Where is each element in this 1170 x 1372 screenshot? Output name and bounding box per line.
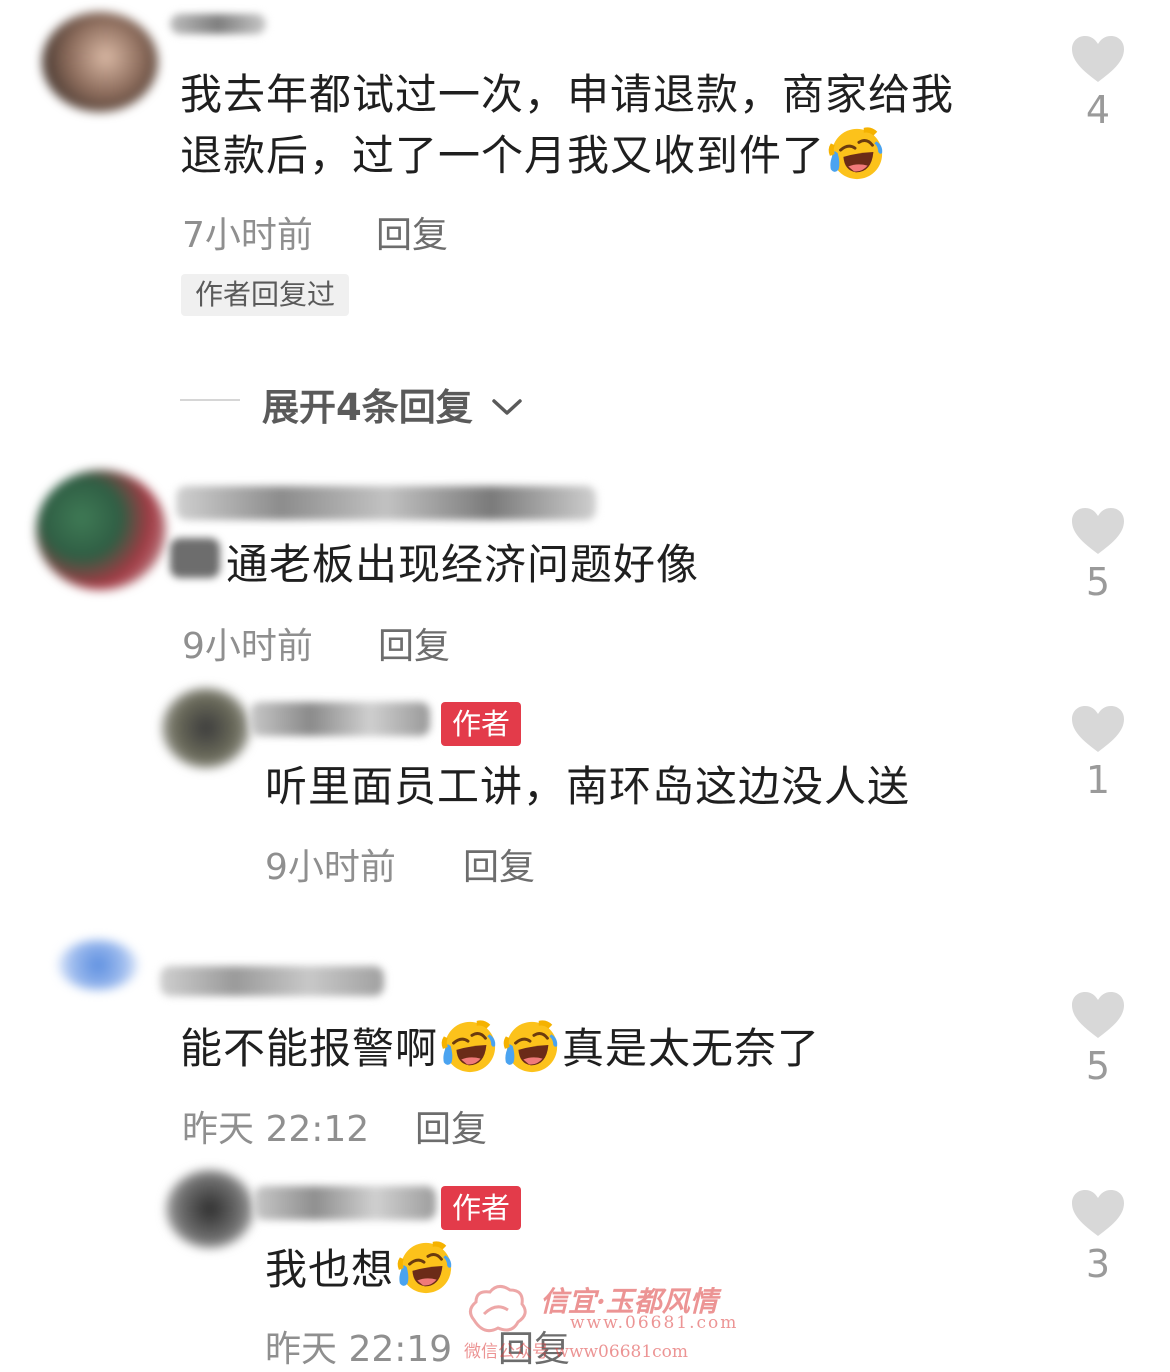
laughing-crying-emoji — [827, 124, 885, 182]
timestamp: 昨天 22:12 — [182, 1109, 370, 1150]
username[interactable] — [170, 14, 266, 34]
like-button[interactable]: 4 — [1058, 34, 1138, 132]
author-badge: 作者 — [441, 702, 522, 746]
timestamp: 7小时前 — [182, 215, 313, 256]
expand-replies-label: 展开4条回复 — [262, 386, 473, 429]
laughing-crying-emoji — [396, 1238, 454, 1296]
reply-button[interactable]: 回复 — [378, 617, 450, 669]
username[interactable] — [250, 702, 430, 736]
timestamp: 9小时前 — [182, 626, 313, 667]
comment-text: 能不能报警啊 真是太无奈了 — [180, 1017, 820, 1079]
like-button[interactable]: 1 — [1058, 704, 1138, 802]
like-button[interactable]: 5 — [1058, 990, 1138, 1088]
like-count: 4 — [1085, 88, 1111, 132]
like-button[interactable]: 5 — [1058, 506, 1138, 604]
expand-replies-button[interactable]: 展开4条回复 — [262, 377, 524, 431]
reply-button[interactable]: 回复 — [463, 838, 535, 890]
comment-text: 退款后，过了一个月我又收到件了 — [180, 124, 887, 186]
watermark-logo-icon — [469, 1285, 527, 1333]
username[interactable] — [160, 966, 384, 996]
like-button[interactable]: 3 — [1058, 1188, 1138, 1286]
like-count: 5 — [1085, 560, 1111, 604]
chevron-down-icon — [491, 399, 522, 415]
timestamp: 9小时前 — [265, 847, 396, 888]
like-count: 3 — [1085, 1242, 1111, 1286]
reply-text: 我也想 — [265, 1238, 456, 1300]
username[interactable] — [176, 486, 596, 520]
reply-text: 听里面员工讲，南环岛这边没人送 — [265, 762, 911, 811]
avatar[interactable] — [36, 470, 166, 590]
heart-icon — [1070, 506, 1126, 556]
comment-text: 通老板出现经济问题好像 — [226, 540, 700, 589]
like-count: 1 — [1085, 758, 1111, 802]
laughing-crying-emoji — [440, 1017, 498, 1075]
avatar[interactable] — [42, 12, 158, 112]
reply-button[interactable]: 回复 — [415, 1100, 487, 1152]
avatar[interactable] — [166, 1170, 254, 1248]
avatar[interactable] — [58, 940, 138, 990]
author-badge: 作者 — [441, 1186, 522, 1230]
comment-text: 我去年都试过一次，申请退款，商家给我 — [180, 70, 955, 119]
laughing-crying-emoji — [502, 1017, 560, 1075]
heart-icon — [1070, 704, 1126, 754]
blurred-text-fragment — [170, 538, 220, 578]
timestamp: 昨天 22:19 — [265, 1329, 453, 1370]
divider-line — [180, 399, 240, 401]
watermark-subtitle: 微信公众号 www06681com — [464, 1342, 689, 1362]
like-count: 5 — [1085, 1044, 1111, 1088]
heart-icon — [1070, 34, 1126, 84]
heart-icon — [1070, 990, 1126, 1040]
watermark-url: www.06681.com — [570, 1313, 739, 1333]
author-replied-badge: 作者回复过 — [181, 274, 350, 316]
avatar[interactable] — [162, 688, 250, 768]
heart-icon — [1070, 1188, 1126, 1238]
username[interactable] — [254, 1186, 436, 1220]
reply-button[interactable]: 回复 — [376, 206, 448, 258]
